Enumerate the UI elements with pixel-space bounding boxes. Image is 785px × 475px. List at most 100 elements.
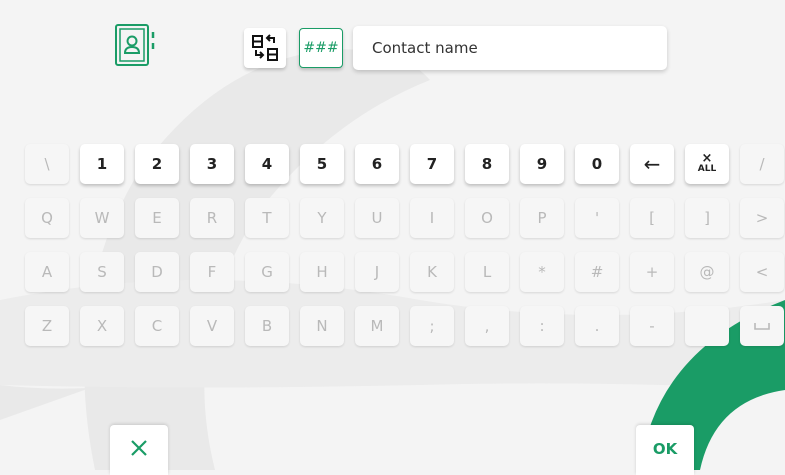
key-x[interactable]: X <box>80 306 124 346</box>
contact-name-input[interactable]: Contact name <box>353 26 667 70</box>
contacts-button[interactable] <box>112 24 160 68</box>
key-period[interactable]: . <box>575 306 619 346</box>
key-label: ] <box>704 209 710 227</box>
key-label: > <box>755 209 769 227</box>
key-at[interactable]: @ <box>685 252 729 292</box>
key-slash[interactable]: / <box>740 144 784 184</box>
key-semicolon[interactable]: ; <box>410 306 454 346</box>
key-v[interactable]: V <box>190 306 234 346</box>
key-label: C <box>151 317 163 335</box>
key-p[interactable]: P <box>520 198 564 238</box>
key-label: S <box>97 263 107 281</box>
key-0[interactable]: 0 <box>575 144 619 184</box>
key-n[interactable]: N <box>300 306 344 346</box>
key-label: - <box>649 317 655 335</box>
key-label: ; <box>429 317 435 335</box>
key-greater-than[interactable]: > <box>740 198 784 238</box>
key-e[interactable]: E <box>135 198 179 238</box>
key-plus[interactable]: + <box>630 252 674 292</box>
key-u[interactable]: U <box>355 198 399 238</box>
key-label: X <box>96 317 108 335</box>
space-key[interactable] <box>740 306 784 346</box>
key-label: 6 <box>371 155 383 173</box>
key-backslash[interactable]: \ <box>25 144 69 184</box>
key-label: @ <box>699 263 715 281</box>
key-label: < <box>755 263 769 281</box>
key-label: 2 <box>151 155 163 173</box>
key-label: 5 <box>316 155 328 173</box>
key-c[interactable]: C <box>135 306 179 346</box>
key-4[interactable]: 4 <box>245 144 289 184</box>
key-less-than[interactable]: < <box>740 252 784 292</box>
clear-all-key[interactable]: × ALL <box>685 144 729 184</box>
key-h[interactable]: H <box>300 252 344 292</box>
key-3[interactable]: 3 <box>190 144 234 184</box>
key-9[interactable]: 9 <box>520 144 564 184</box>
close-icon <box>131 440 147 456</box>
key-label: G <box>261 263 273 281</box>
key-apostrophe[interactable]: ' <box>575 198 619 238</box>
key-label: O <box>481 209 493 227</box>
key-z[interactable]: Z <box>25 306 69 346</box>
key-asterisk[interactable]: * <box>520 252 564 292</box>
key-q[interactable]: Q <box>25 198 69 238</box>
key-label: : <box>539 317 545 335</box>
key-label: + <box>645 263 659 281</box>
blank-key[interactable] <box>685 306 729 346</box>
key-label: K <box>427 263 437 281</box>
key-1[interactable]: 1 <box>80 144 124 184</box>
key-label: 8 <box>481 155 493 173</box>
key-label: A <box>41 263 53 281</box>
numeric-mode-button[interactable]: ### <box>299 28 343 68</box>
key-label: ← <box>643 152 661 176</box>
key-label: D <box>151 263 163 281</box>
key-d[interactable]: D <box>135 252 179 292</box>
key-label: L <box>482 263 492 281</box>
key-o[interactable]: O <box>465 198 509 238</box>
key-close-bracket[interactable]: ] <box>685 198 729 238</box>
key-label: 9 <box>536 155 548 173</box>
key-m[interactable]: M <box>355 306 399 346</box>
key-k[interactable]: K <box>410 252 454 292</box>
key-label: 1 <box>96 155 108 173</box>
key-label: Y <box>317 209 327 227</box>
key-6[interactable]: 6 <box>355 144 399 184</box>
key-backspace[interactable]: ← <box>630 144 674 184</box>
key-a[interactable]: A <box>25 252 69 292</box>
key-5[interactable]: 5 <box>300 144 344 184</box>
key-hash[interactable]: # <box>575 252 619 292</box>
key-b[interactable]: B <box>245 306 289 346</box>
key-label: 7 <box>426 155 438 173</box>
key-label: Z <box>41 317 53 335</box>
key-label: F <box>207 263 217 281</box>
key-y[interactable]: Y <box>300 198 344 238</box>
key-s[interactable]: S <box>80 252 124 292</box>
key-f[interactable]: F <box>190 252 234 292</box>
key-w[interactable]: W <box>80 198 124 238</box>
key-label: \ <box>44 155 50 173</box>
swap-layout-button[interactable] <box>244 28 286 68</box>
key-label: E <box>152 209 162 227</box>
key-label: 0 <box>591 155 603 173</box>
key-label: * <box>538 263 546 281</box>
key-2[interactable]: 2 <box>135 144 179 184</box>
key-label: J <box>374 263 380 281</box>
key-colon[interactable]: : <box>520 306 564 346</box>
key-l[interactable]: L <box>465 252 509 292</box>
key-g[interactable]: G <box>245 252 289 292</box>
ok-button[interactable]: OK <box>636 425 694 475</box>
key-minus[interactable]: - <box>630 306 674 346</box>
key-comma[interactable]: , <box>465 306 509 346</box>
key-8[interactable]: 8 <box>465 144 509 184</box>
key-label: W <box>94 209 110 227</box>
key-t[interactable]: T <box>245 198 289 238</box>
key-open-bracket[interactable]: [ <box>630 198 674 238</box>
key-label: [ <box>649 209 655 227</box>
key-j[interactable]: J <box>355 252 399 292</box>
key-r[interactable]: R <box>190 198 234 238</box>
key-label: . <box>594 317 600 335</box>
clear-all-x-icon: × <box>701 151 713 166</box>
key-7[interactable]: 7 <box>410 144 454 184</box>
cancel-button[interactable] <box>110 425 168 475</box>
key-i[interactable]: I <box>410 198 454 238</box>
